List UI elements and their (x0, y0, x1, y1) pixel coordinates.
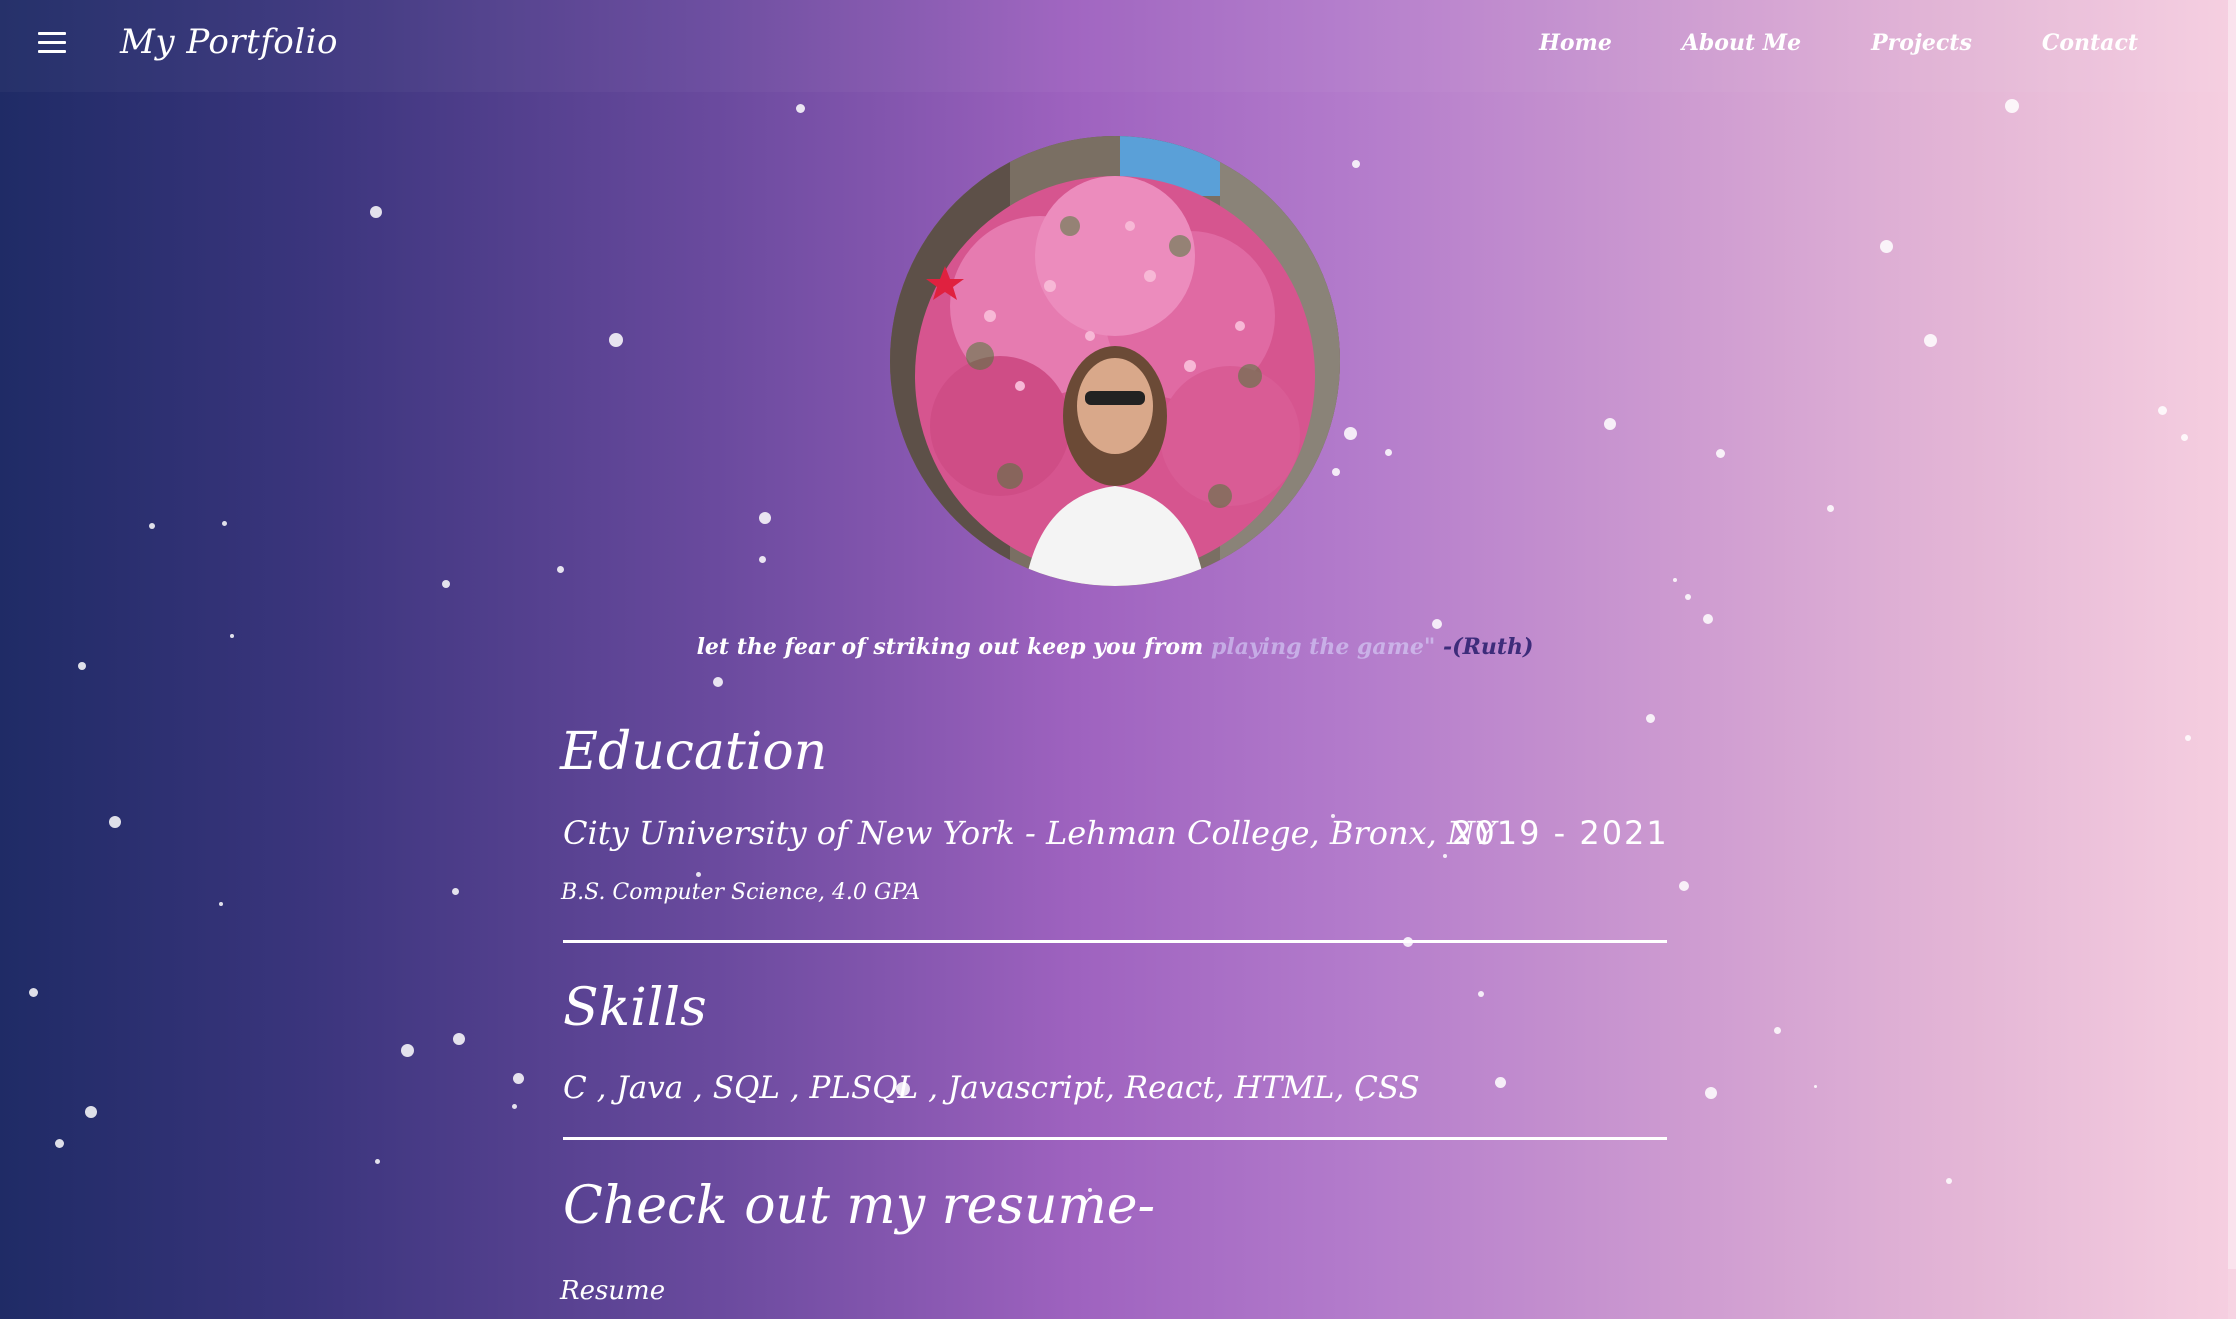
snow-particle (795, 103, 805, 113)
snow-particle (609, 333, 623, 347)
snow-particle (1773, 1026, 1781, 1034)
snow-particle (511, 1103, 517, 1109)
snow-particle (451, 887, 459, 895)
resume-title: Check out my resume- (563, 1176, 1156, 1236)
snow-particle (54, 1138, 64, 1148)
snow-particle (1703, 614, 1713, 624)
snow-particle (1673, 578, 1677, 582)
nav-link-projects[interactable]: Projects (1871, 30, 1972, 56)
snow-particle (759, 512, 771, 524)
top-navbar: My Portfolio Home About Me Projects Cont… (0, 0, 2236, 92)
snow-particle (1332, 468, 1340, 476)
snow-particle (1432, 619, 1442, 629)
snow-particle (1352, 160, 1360, 168)
skills-list: C , Java , SQL , PLSQL , Javascript, Rea… (563, 1070, 1420, 1106)
snow-particle (1879, 239, 1893, 253)
snow-particle (1331, 814, 1335, 818)
snow-particle (2180, 433, 2188, 441)
snow-particle (1923, 333, 1937, 347)
resume-link[interactable]: Resume (560, 1276, 665, 1306)
snow-particle (1813, 1084, 1817, 1088)
snow-particle (1384, 448, 1392, 456)
education-degree: B.S. Computer Science, 4.0 GPA (561, 880, 921, 905)
snow-particle (1478, 991, 1484, 997)
snow-particle (758, 555, 766, 563)
snow-particle (1604, 418, 1616, 430)
snow-particle (374, 1158, 380, 1164)
snow-particle (2185, 735, 2191, 741)
snow-particle (453, 1033, 465, 1045)
divider (563, 940, 1667, 943)
scrollbar-thumb[interactable] (2228, 0, 2236, 1269)
snow-particle (713, 677, 723, 687)
quote-text-faded: playing the game" (1211, 634, 1436, 660)
nav-link-contact[interactable]: Contact (2042, 30, 2138, 56)
snow-particle (221, 520, 227, 526)
snow-particle (400, 1043, 414, 1057)
quote-text: let the fear of striking out keep you fr… (696, 634, 1211, 660)
snow-particle (1403, 937, 1413, 947)
snow-particle (2005, 99, 2019, 113)
brand-title[interactable]: My Portfolio (120, 22, 338, 62)
snow-particle (556, 565, 564, 573)
snow-particle (2157, 405, 2167, 415)
snow-particle (370, 206, 382, 218)
snow-particle (1826, 504, 1834, 512)
snow-particle (219, 902, 223, 906)
snow-particle (1088, 1188, 1092, 1192)
quote-author: -(Ruth) (1435, 634, 1534, 660)
snow-particle (1343, 426, 1357, 440)
nav-link-home[interactable]: Home (1539, 30, 1612, 56)
snow-particle (78, 662, 86, 670)
quote: let the fear of striking out keep you fr… (560, 634, 1670, 660)
education-title: Education (560, 722, 828, 782)
nav-link-about[interactable]: About Me (1682, 30, 1801, 56)
snow-particle (1645, 713, 1655, 723)
snow-particle (1359, 1097, 1363, 1101)
profile-photo (890, 136, 1340, 586)
snow-particle (28, 987, 38, 997)
snow-particle (1685, 594, 1691, 600)
snow-particle (1715, 448, 1725, 458)
snow-particle (85, 1106, 97, 1118)
snow-particle (1494, 1076, 1506, 1088)
snow-particle (1705, 1087, 1717, 1099)
snow-particle (1443, 854, 1447, 858)
hamburger-menu-icon[interactable] (38, 32, 70, 58)
skills-title: Skills (563, 978, 707, 1038)
snow-particle (1946, 1178, 1952, 1184)
snow-particle (512, 1072, 524, 1084)
education-years: 2019 - 2021 (1452, 814, 1669, 852)
nav-links: Home About Me Projects Contact (1469, 30, 2138, 56)
scrollbar[interactable] (2228, 0, 2236, 1319)
snow-particle (896, 1082, 910, 1096)
snow-particle (109, 816, 121, 828)
divider (563, 1137, 1667, 1140)
snow-particle (230, 634, 234, 638)
snow-particle (442, 580, 450, 588)
snow-particle (695, 871, 701, 877)
snow-particle (1679, 881, 1689, 891)
education-school: City University of New York - Lehman Col… (563, 814, 1497, 852)
snow-particle (149, 523, 155, 529)
